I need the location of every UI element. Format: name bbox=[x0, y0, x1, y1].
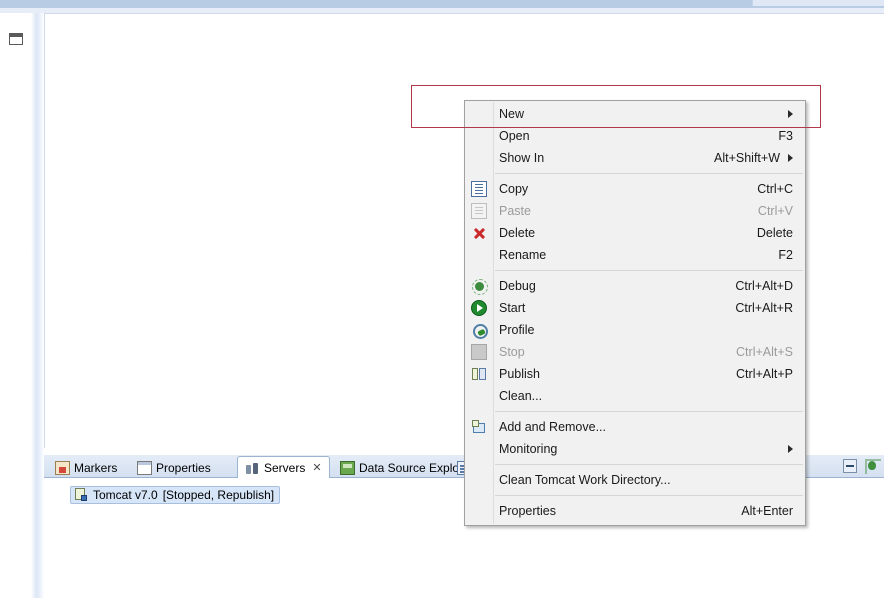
copy-icon bbox=[471, 181, 487, 197]
menu-item-delete[interactable]: Delete Delete bbox=[465, 222, 805, 244]
status-badge: [Stopped, Republish] bbox=[162, 488, 275, 502]
servers-icon bbox=[245, 461, 260, 475]
menu-item-new[interactable]: New bbox=[465, 103, 805, 125]
menu-item-new-label: New bbox=[499, 107, 525, 121]
menu-item-rename-label: Rename bbox=[499, 248, 547, 262]
menu-item-rename[interactable]: Rename F2 bbox=[465, 244, 805, 266]
menu-item-delete-accel: Delete bbox=[756, 226, 793, 240]
debug-icon bbox=[471, 278, 488, 295]
menu-item-copy[interactable]: Copy Ctrl+C bbox=[465, 178, 805, 200]
menu-item-show-in[interactable]: Show In Alt+Shift+W bbox=[465, 147, 805, 169]
tab-servers[interactable]: Servers ✕ bbox=[237, 456, 330, 478]
rail-divider bbox=[31, 13, 44, 598]
tab-markers-label: Markers bbox=[74, 460, 118, 475]
menu-item-stop-accel: Ctrl+Alt+S bbox=[736, 345, 793, 359]
menu-item-properties-accel: Alt+Enter bbox=[741, 504, 793, 518]
close-icon[interactable]: ✕ bbox=[312, 461, 321, 474]
publish-icon bbox=[471, 366, 487, 382]
menu-item-clean-tomcat-work-directory[interactable]: Clean Tomcat Work Directory... bbox=[465, 469, 805, 491]
tab-properties[interactable]: Properties bbox=[130, 457, 218, 478]
menu-item-show-in-accel: Alt+Shift+W bbox=[714, 151, 780, 165]
markers-icon bbox=[55, 460, 70, 475]
menu-item-publish-label: Publish bbox=[499, 367, 540, 381]
menu-item-properties-label: Properties bbox=[499, 504, 556, 518]
menu-separator bbox=[495, 411, 803, 412]
menu-item-add-and-remove-label: Add and Remove... bbox=[499, 420, 607, 434]
tomcat-server-icon bbox=[74, 488, 88, 502]
profile-icon bbox=[471, 322, 488, 339]
menu-item-add-and-remove[interactable]: Add and Remove... bbox=[465, 416, 805, 438]
view-toolbar bbox=[843, 458, 880, 473]
menu-item-debug-label: Debug bbox=[499, 279, 536, 293]
menu-item-publish[interactable]: Publish Ctrl+Alt+P bbox=[465, 363, 805, 385]
menu-separator bbox=[495, 464, 803, 465]
menu-item-properties[interactable]: Properties Alt+Enter bbox=[465, 500, 805, 522]
menu-item-debug-accel: Ctrl+Alt+D bbox=[735, 279, 793, 293]
add-and-remove-icon bbox=[471, 419, 487, 435]
chevron-right-icon bbox=[788, 154, 793, 162]
menu-item-profile-label: Profile bbox=[499, 323, 535, 337]
menu-item-start-label: Start bbox=[499, 301, 526, 315]
menu-item-stop: Stop Ctrl+Alt+S bbox=[465, 341, 805, 363]
restore-panel-icon[interactable] bbox=[9, 33, 23, 45]
menu-item-monitoring[interactable]: Monitoring bbox=[465, 438, 805, 460]
menu-item-paste-accel: Ctrl+V bbox=[757, 204, 793, 218]
menu-item-delete-label: Delete bbox=[499, 226, 536, 240]
table-row[interactable]: Tomcat v7.0 [Stopped, Republish] bbox=[70, 486, 281, 504]
delete-icon bbox=[471, 225, 487, 241]
menu-item-monitoring-label: Monitoring bbox=[499, 442, 558, 456]
menu-separator bbox=[495, 270, 803, 271]
menu-item-clean-tomcat-work-directory-label: Clean Tomcat Work Directory... bbox=[499, 473, 671, 487]
start-icon bbox=[471, 300, 487, 316]
menu-item-copy-label: Copy bbox=[499, 182, 529, 196]
menu-item-paste: Paste Ctrl+V bbox=[465, 200, 805, 222]
menu-item-publish-accel: Ctrl+Alt+P bbox=[736, 367, 793, 381]
menu-item-profile[interactable]: Profile bbox=[465, 319, 805, 341]
tab-markers[interactable]: Markers bbox=[48, 457, 124, 478]
tab-properties-label: Properties bbox=[156, 460, 211, 475]
menu-item-debug[interactable]: Debug Ctrl+Alt+D bbox=[465, 275, 805, 297]
left-fast-view-rail bbox=[0, 13, 31, 598]
menu-item-clean[interactable]: Clean... bbox=[465, 385, 805, 407]
debug-toolbar-icon[interactable] bbox=[864, 458, 880, 473]
menu-separator bbox=[495, 173, 803, 174]
menu-item-clean-label: Clean... bbox=[499, 389, 543, 403]
stop-icon bbox=[471, 344, 487, 360]
chevron-right-icon bbox=[788, 110, 793, 118]
server-context-menu[interactable]: New Open F3 Show In Alt+Shift+W Copy Ctr… bbox=[464, 100, 806, 526]
data-source-explorer-icon bbox=[340, 460, 355, 475]
menu-item-rename-accel: F2 bbox=[778, 248, 793, 262]
menu-item-stop-label: Stop bbox=[499, 345, 525, 359]
menu-item-start[interactable]: Start Ctrl+Alt+R bbox=[465, 297, 805, 319]
menu-item-start-accel: Ctrl+Alt+R bbox=[735, 301, 793, 315]
chevron-right-icon bbox=[788, 445, 793, 453]
menu-item-open[interactable]: Open F3 bbox=[465, 125, 805, 147]
properties-icon bbox=[137, 460, 152, 475]
paste-icon bbox=[471, 203, 487, 219]
menu-item-open-label: Open bbox=[499, 129, 530, 143]
menu-separator bbox=[495, 495, 803, 496]
menu-item-copy-accel: Ctrl+C bbox=[757, 182, 793, 196]
menu-item-open-accel: F3 bbox=[778, 129, 793, 143]
tab-servers-label: Servers bbox=[264, 460, 306, 475]
window-top-band-right bbox=[752, 0, 884, 6]
server-name: Tomcat v7.0 bbox=[93, 488, 158, 502]
menu-item-show-in-label: Show In bbox=[499, 151, 545, 165]
minimize-button[interactable] bbox=[843, 458, 857, 473]
menu-item-paste-label: Paste bbox=[499, 204, 531, 218]
